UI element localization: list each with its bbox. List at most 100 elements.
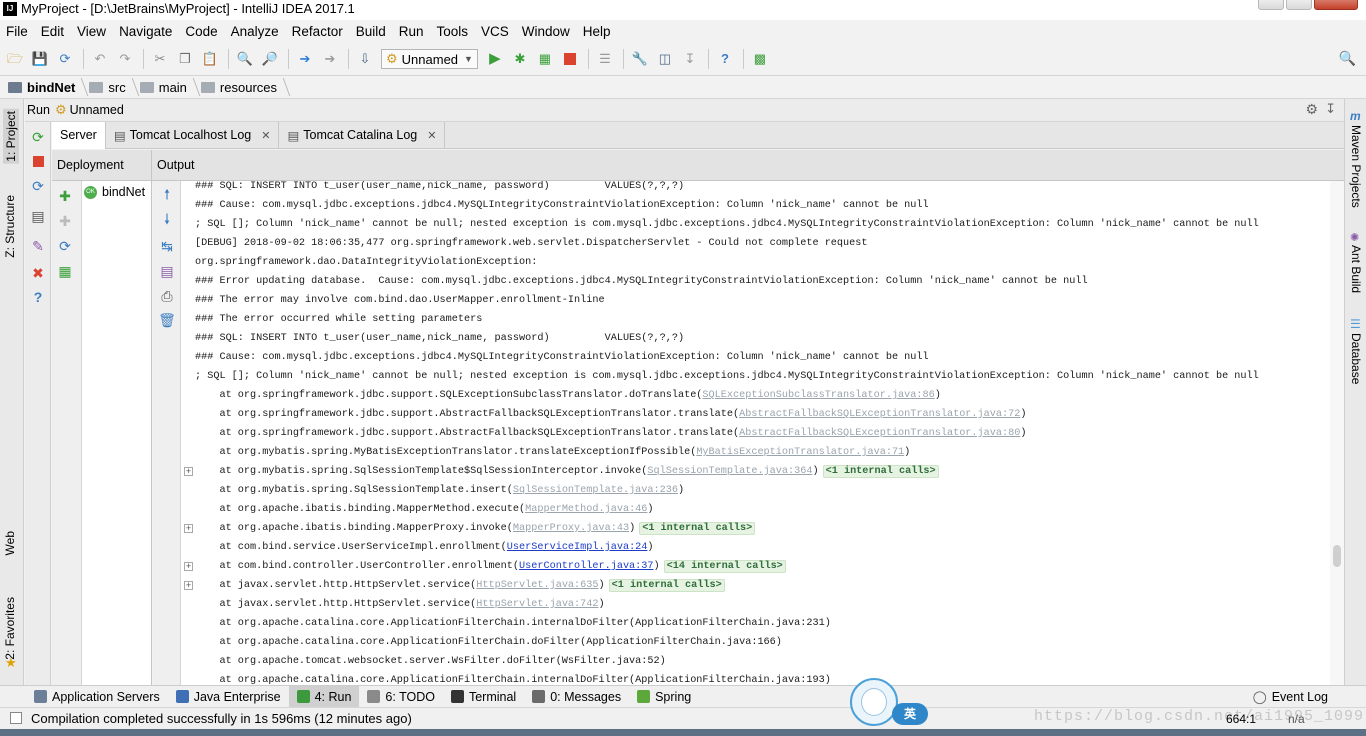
scrollbar-thumb[interactable] [1333,545,1341,567]
menu-vcs[interactable]: VCS [481,20,509,44]
coverage-icon[interactable]: ▦ [536,50,554,68]
stacktrace-link[interactable]: MyBatisExceptionTranslator.java:71 [696,447,904,458]
database-tool-tab[interactable]: Database [1349,333,1363,384]
crumb-resources[interactable]: resources [200,76,291,98]
find-icon[interactable]: 🔍 [236,50,254,68]
stop-icon[interactable] [561,50,579,68]
menu-help[interactable]: Help [583,20,611,44]
maximize-button[interactable] [1286,0,1312,10]
redeploy-icon[interactable]: ⟳ [56,237,74,255]
tab-tomcat-localhost-log[interactable]: ▤ Tomcat Localhost Log ✕ [106,122,280,148]
menu-edit[interactable]: Edit [41,20,64,44]
build-project-icon[interactable]: ⇩ [356,50,374,68]
structure-tool-tab[interactable]: Z: Structure [3,195,17,258]
folded-calls-badge[interactable]: <1 internal calls> [639,522,756,535]
bottom-tab-app-servers[interactable]: Application Servers [26,686,168,707]
stacktrace-link[interactable]: SQLExceptionSubclassTranslator.java:86 [702,390,934,401]
scroll-down-icon[interactable]: 🠗 [158,211,176,230]
soft-wrap-icon[interactable]: ↹ [158,237,176,255]
expand-fold-icon[interactable]: + [184,467,193,476]
stacktrace-link[interactable]: SqlSessionTemplate.java:364 [647,466,812,477]
crumb-src[interactable]: src [89,76,139,98]
crumb-main[interactable]: main [139,76,201,98]
console-output[interactable]: + + + + ### SQL: INSERT INTO t_user(user_na… [181,181,1344,685]
stacktrace-link[interactable]: AbstractFallbackSQLExceptionTranslator.j… [739,409,1020,420]
ime-floating-icon[interactable] [850,678,898,726]
bottom-tab-java-enterprise[interactable]: Java Enterprise [168,686,289,707]
help-icon[interactable]: ? [716,50,734,68]
caret-position[interactable]: 664:1 [1226,712,1256,726]
update-app-icon[interactable]: ⟳ [29,177,47,195]
gear-icon[interactable]: ⚙ [1305,101,1318,118]
scroll-to-end-icon[interactable]: ▤ [158,262,176,280]
folded-calls-badge[interactable]: <1 internal calls> [608,579,725,592]
menu-code[interactable]: Code [185,20,217,44]
debug-icon[interactable]: ✱ [511,50,529,68]
bottom-tab-spring[interactable]: Spring [629,686,699,707]
vcs-icon[interactable]: ☰ [596,50,614,68]
folded-calls-badge[interactable]: <1 internal calls> [822,465,939,478]
layout-icon[interactable]: ▤ [29,207,47,225]
stacktrace-link[interactable]: MapperMethod.java:46 [525,504,647,515]
stacktrace-link[interactable]: UserController.java:37 [519,561,654,572]
attach-debugger-icon[interactable]: ✎ [29,237,47,255]
help-icon[interactable]: ? [29,288,47,306]
minimize-button[interactable] [1258,0,1284,10]
bottom-tab-run[interactable]: 4: Run [288,686,360,707]
menu-navigate[interactable]: Navigate [119,20,172,44]
settings-icon[interactable]: 🔧 [631,50,649,68]
run-icon[interactable]: ▶ [486,50,504,68]
stacktrace-link[interactable]: AbstractFallbackSQLExceptionTranslator.j… [739,428,1020,439]
stacktrace-link[interactable]: SqlSessionTemplate.java:236 [513,485,678,496]
synchronize-icon[interactable]: ⟳ [56,50,74,68]
menu-run[interactable]: Run [399,20,424,44]
close-run-icon[interactable]: ✖ [29,264,47,282]
menu-file[interactable]: File [6,20,28,44]
search-everywhere-icon[interactable]: 🔍 [1339,50,1356,67]
undo-icon[interactable]: ↶ [91,50,109,68]
bottom-tab-messages[interactable]: 0: Messages [524,686,629,707]
expand-fold-icon[interactable]: + [184,581,193,590]
forward-icon[interactable]: ➔ [321,50,339,68]
menu-view[interactable]: View [77,20,106,44]
save-all-icon[interactable]: 💾 [31,50,49,68]
artifacts-icon[interactable]: ▦ [56,262,74,280]
list-item[interactable]: OK bindNet [82,182,151,202]
project-tool-tab[interactable]: 1: Project [3,109,19,164]
tab-tomcat-catalina-log[interactable]: ▤ Tomcat Catalina Log ✕ [279,122,446,148]
favorites-tool-tab[interactable]: 2: Favorites [3,597,17,660]
bottom-tab-terminal[interactable]: Terminal [443,686,524,707]
expand-fold-icon[interactable]: + [184,562,193,571]
toggle-tool-windows-icon[interactable] [10,712,22,724]
project-structure-icon[interactable]: ◫ [656,50,674,68]
deploy-all-icon[interactable]: ✚ [56,187,74,205]
scroll-up-icon[interactable]: 🠕 [158,186,176,205]
menu-tools[interactable]: Tools [437,20,469,44]
copy-icon[interactable]: ❐ [176,50,194,68]
rerun-icon[interactable]: ⟳ [29,128,47,146]
stacktrace-link[interactable]: HttpServlet.java:742 [476,599,598,610]
tab-server[interactable]: Server [52,121,106,149]
expand-fold-icon[interactable]: + [184,524,193,533]
menu-analyze[interactable]: Analyze [231,20,279,44]
menu-window[interactable]: Window [522,20,570,44]
stacktrace-link[interactable]: MapperProxy.java:43 [513,523,629,534]
line-separator[interactable]: n/a [1288,712,1305,726]
clear-all-icon[interactable]: 🗑 [158,311,176,329]
vertical-scrollbar[interactable] [1330,181,1344,685]
undeploy-icon[interactable]: ✚ [56,212,74,230]
event-log-tab[interactable]: ◯ Event Log [1245,686,1336,707]
run-configuration-selector[interactable]: ⚙ Unnamed ▼ [381,49,478,69]
ime-language-badge[interactable]: 英 [892,703,928,725]
web-tool-tab[interactable]: Web [3,531,17,555]
maven-projects-tool-tab[interactable]: Maven Projects [1349,125,1363,208]
replace-icon[interactable]: 🔎 [261,50,279,68]
paste-icon[interactable]: 📋 [201,50,219,68]
folded-calls-badge[interactable]: <14 internal calls> [663,560,786,573]
crumb-project[interactable]: bindNet [8,76,89,98]
sdk-download-icon[interactable]: ↧ [681,50,699,68]
back-icon[interactable]: ➔ [296,50,314,68]
close-window-button[interactable] [1314,0,1358,10]
print-icon[interactable]: ⎙ [158,287,176,305]
bottom-tab-todo[interactable]: 6: TODO [359,686,443,707]
